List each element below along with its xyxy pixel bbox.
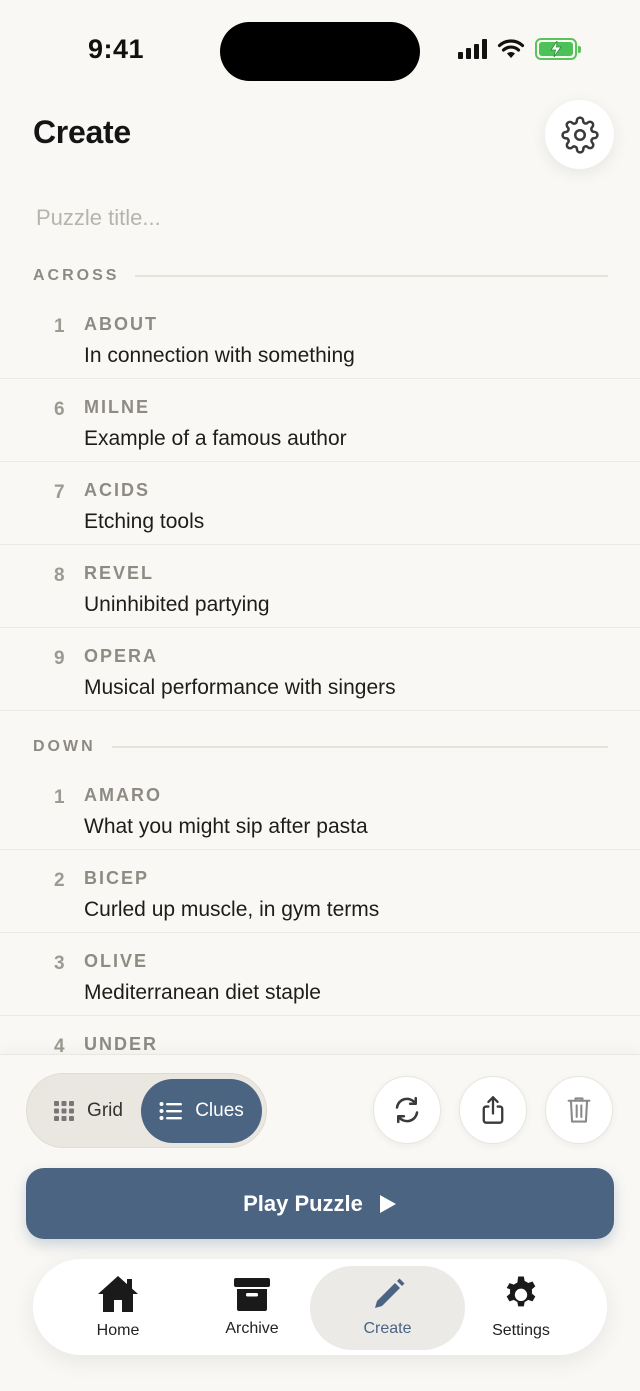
clue-text: In connection with something bbox=[84, 344, 355, 367]
settings-button[interactable] bbox=[545, 100, 614, 169]
pencil-icon bbox=[374, 1278, 404, 1308]
clue-answer: MILNE bbox=[84, 397, 150, 417]
clue-number: 8 bbox=[54, 565, 65, 586]
down-label: DOWN bbox=[33, 738, 96, 755]
grid-view-button[interactable]: Grid bbox=[33, 1079, 143, 1143]
clue-answer: UNDER bbox=[84, 1034, 159, 1054]
clue-text: Etching tools bbox=[84, 510, 205, 533]
clue-row[interactable]: 1 ABOUT In connection with something bbox=[0, 296, 640, 379]
clue-number: 9 bbox=[54, 648, 65, 669]
home-icon bbox=[98, 1276, 138, 1312]
clue-answer: OLIVE bbox=[84, 951, 149, 971]
clue-text: What you might sip after pasta bbox=[84, 815, 368, 838]
tab-bar: Home Archive Create Settings bbox=[33, 1259, 607, 1355]
clue-text: Musical performance with singers bbox=[84, 676, 396, 699]
tab-label: Create bbox=[363, 1320, 412, 1337]
clue-answer: BICEP bbox=[84, 868, 150, 888]
play-puzzle-button[interactable]: Play Puzzle bbox=[26, 1168, 614, 1239]
clue-number: 3 bbox=[54, 953, 65, 974]
clue-number: 7 bbox=[54, 482, 65, 503]
clue-row[interactable]: 8 REVEL Uninhibited partying bbox=[0, 545, 640, 628]
battery-charging-icon bbox=[535, 38, 581, 60]
gear-icon bbox=[506, 1276, 536, 1307]
wifi-icon bbox=[497, 39, 525, 58]
trash-icon bbox=[567, 1097, 591, 1123]
clue-row[interactable]: 2 BICEP Curled up muscle, in gym terms bbox=[0, 850, 640, 933]
share-icon bbox=[482, 1096, 504, 1124]
tab-archive[interactable]: Archive bbox=[188, 1259, 316, 1355]
dynamic-island bbox=[220, 22, 420, 81]
clue-answer: ACIDS bbox=[84, 480, 151, 500]
clue-text: Mediterranean diet staple bbox=[84, 981, 321, 1004]
clue-text: Uninhibited partying bbox=[84, 593, 270, 616]
share-button[interactable] bbox=[459, 1076, 527, 1144]
gear-icon bbox=[560, 115, 599, 154]
clue-row[interactable]: 1 AMARO What you might sip after pasta bbox=[0, 767, 640, 850]
refresh-button[interactable] bbox=[373, 1076, 441, 1144]
clue-answer: ABOUT bbox=[84, 314, 158, 334]
down-section-header: DOWN bbox=[33, 738, 608, 756]
view-toggle: Grid Clues bbox=[26, 1073, 267, 1148]
section-divider bbox=[135, 275, 608, 277]
clue-number: 2 bbox=[54, 870, 65, 891]
clue-text: Curled up muscle, in gym terms bbox=[84, 898, 380, 921]
clues-view-button[interactable]: Clues bbox=[141, 1079, 262, 1143]
section-divider bbox=[111, 746, 608, 748]
tab-label: Settings bbox=[492, 1322, 550, 1339]
play-icon bbox=[379, 1194, 396, 1213]
clue-answer: OPERA bbox=[84, 646, 159, 666]
clue-number: 6 bbox=[54, 399, 65, 420]
status-time: 9:41 bbox=[88, 34, 145, 64]
tab-label: Home bbox=[96, 1322, 140, 1339]
list-icon bbox=[159, 1102, 183, 1120]
clue-number: 1 bbox=[54, 316, 65, 337]
delete-button[interactable] bbox=[545, 1076, 613, 1144]
status-icons bbox=[458, 38, 581, 60]
across-section-header: ACROSS bbox=[33, 267, 608, 285]
tab-home[interactable]: Home bbox=[53, 1259, 183, 1355]
across-label: ACROSS bbox=[33, 267, 120, 284]
clue-row[interactable]: 9 OPERA Musical performance with singers bbox=[0, 628, 640, 711]
tab-settings[interactable]: Settings bbox=[458, 1259, 584, 1355]
cellular-signal-icon bbox=[458, 39, 487, 59]
grid-icon bbox=[54, 1101, 75, 1121]
puzzle-title-input[interactable] bbox=[36, 205, 596, 231]
page-title: Create bbox=[33, 114, 131, 150]
clue-number: 1 bbox=[54, 787, 65, 808]
clue-answer: AMARO bbox=[84, 785, 162, 805]
tab-create[interactable]: Create bbox=[310, 1266, 465, 1350]
clue-text: Example of a famous author bbox=[84, 427, 347, 450]
clue-row[interactable]: 7 ACIDS Etching tools bbox=[0, 462, 640, 545]
clue-row[interactable]: 6 MILNE Example of a famous author bbox=[0, 379, 640, 462]
clues-view-label: Clues bbox=[195, 1100, 244, 1121]
status-bar: 9:41 bbox=[0, 0, 640, 100]
grid-view-label: Grid bbox=[87, 1100, 123, 1121]
clue-row[interactable]: 3 OLIVE Mediterranean diet staple bbox=[0, 933, 640, 1016]
refresh-icon bbox=[395, 1096, 419, 1124]
tab-label: Archive bbox=[225, 1320, 279, 1337]
play-puzzle-label: Play Puzzle bbox=[243, 1190, 363, 1216]
clue-answer: REVEL bbox=[84, 563, 155, 583]
archive-icon bbox=[234, 1278, 270, 1311]
